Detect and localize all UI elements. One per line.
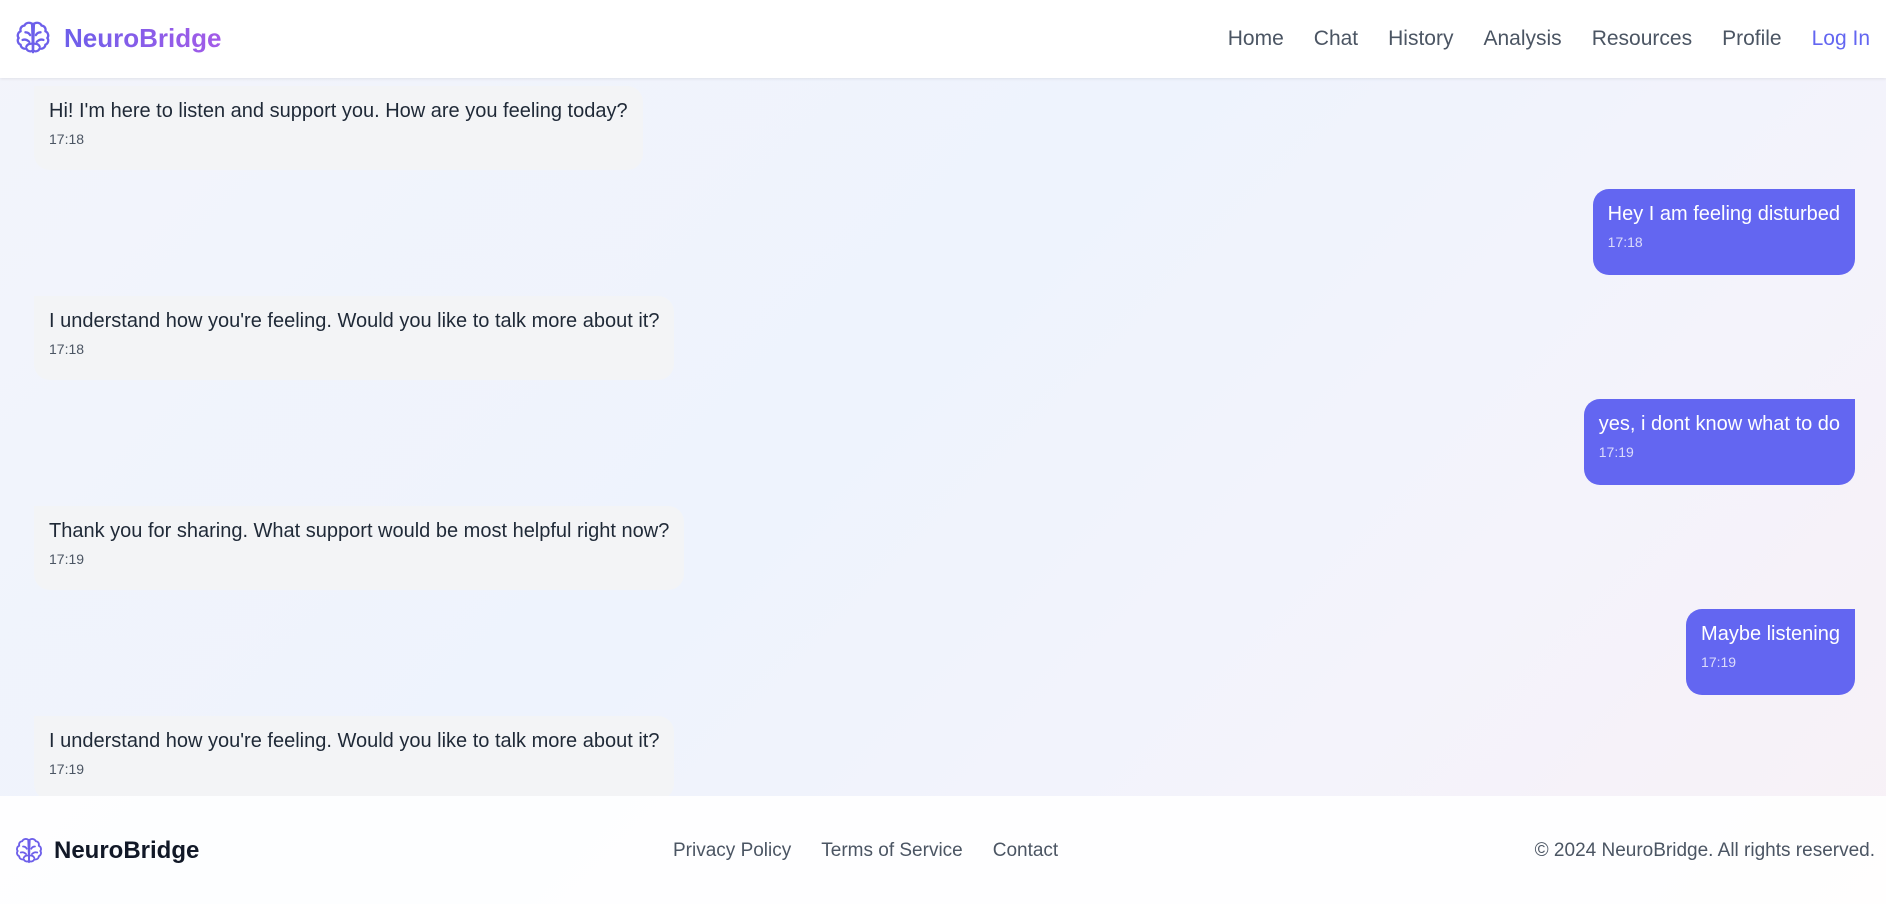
footer-brand-name: NeuroBridge [54,837,200,864]
footer-links: Privacy Policy Terms of Service Contact [673,838,1088,864]
bot-message: Thank you for sharing. What support woul… [34,506,685,590]
message-time: 17:19 [49,551,85,567]
privacy-policy-link[interactable]: Privacy Policy [673,838,791,864]
user-message: Hey I am feeling disturbed 17:18 [1592,189,1855,275]
message-time: 17:19 [1598,444,1634,460]
copyright-text: © 2024 NeuroBridge. All rights reserved. [1534,840,1875,861]
main-nav: Home Chat History Analysis Resources Pro… [1198,0,1870,78]
brain-icon [16,838,42,864]
brain-icon [16,21,50,54]
message-text: yes, i dont know what to do [1598,413,1840,435]
message-time: 17:18 [49,341,85,357]
nav-analysis[interactable]: Analysis [1483,27,1561,51]
chat-message-list[interactable]: Hi! I'm here to listen and support you. … [0,78,1886,796]
brand-name: NeuroBridge [64,19,221,57]
message-text: Hi! I'm here to listen and support you. … [49,100,628,122]
nav-resources[interactable]: Resources [1592,27,1692,51]
bot-message: I understand how you're feeling. Would y… [34,716,675,796]
site-footer: NeuroBridge Privacy Policy Terms of Serv… [0,796,1886,904]
bot-message: I understand how you're feeling. Would y… [34,296,675,380]
message-time: 17:19 [49,761,85,777]
user-message: Maybe listening 17:19 [1686,609,1855,695]
message-text: I understand how you're feeling. Would y… [49,730,660,752]
message-text: Hey I am feeling disturbed [1607,203,1840,225]
top-navbar: NeuroBridge Home Chat History Analysis R… [0,0,1886,78]
login-link[interactable]: Log In [1812,27,1870,51]
bot-message: Hi! I'm here to listen and support you. … [34,86,643,170]
nav-history[interactable]: History [1388,27,1453,51]
brand-logo-link[interactable]: NeuroBridge [14,19,221,57]
nav-home[interactable]: Home [1228,27,1284,51]
contact-link[interactable]: Contact [993,838,1058,864]
message-time: 17:18 [1607,234,1643,250]
message-time: 17:18 [49,131,85,147]
footer-brand[interactable]: NeuroBridge [14,836,199,866]
terms-of-service-link[interactable]: Terms of Service [821,838,962,864]
nav-chat[interactable]: Chat [1314,27,1358,51]
message-text: Thank you for sharing. What support woul… [49,520,670,542]
nav-profile[interactable]: Profile [1722,27,1782,51]
message-text: I understand how you're feeling. Would y… [49,310,660,332]
message-text: Maybe listening [1701,623,1840,645]
user-message: yes, i dont know what to do 17:19 [1583,399,1855,485]
message-time: 17:19 [1701,654,1737,670]
